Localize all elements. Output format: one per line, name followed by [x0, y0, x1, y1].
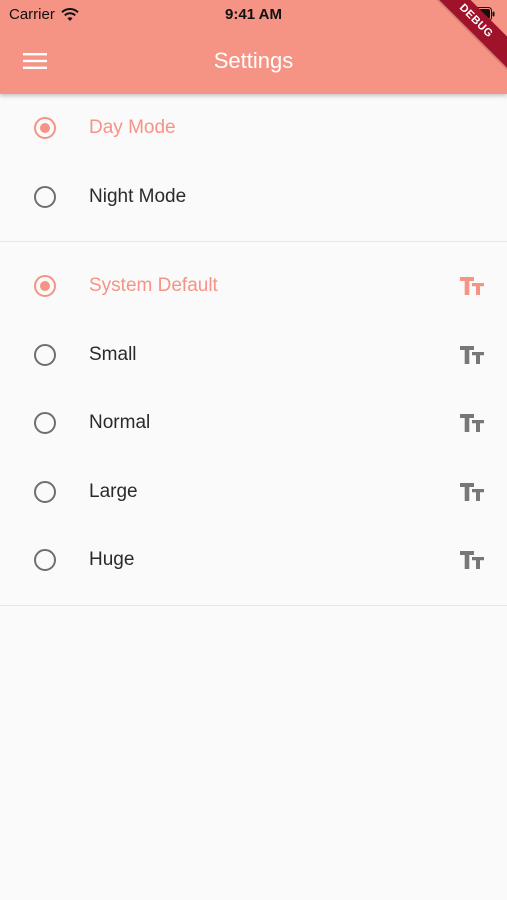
option-large[interactable]: Large: [0, 458, 507, 527]
text-size-icon: [460, 345, 484, 364]
radio-system-default[interactable]: [34, 275, 56, 298]
radio-huge[interactable]: [34, 549, 56, 572]
option-system-default[interactable]: System Default: [0, 252, 507, 321]
option-label: Night Mode: [89, 185, 187, 207]
radio-large[interactable]: [34, 480, 56, 503]
option-label: Normal: [89, 412, 151, 434]
option-label: Small: [89, 343, 137, 365]
theme-section: Day Mode Night Mode: [0, 94, 507, 242]
text-size-icon: [460, 414, 484, 433]
radio-day-mode[interactable]: [34, 117, 56, 140]
radio-small[interactable]: [34, 343, 56, 366]
option-night-mode[interactable]: Night Mode: [0, 163, 507, 232]
option-normal[interactable]: Normal: [0, 389, 507, 458]
settings-list: Day Mode Night Mode System Default Small: [0, 94, 507, 606]
text-size-icon: [460, 277, 484, 296]
option-huge[interactable]: Huge: [0, 526, 507, 595]
option-label: Day Mode: [89, 117, 176, 139]
text-size-icon: [460, 482, 484, 501]
text-size-section: System Default Small Normal Large Huge: [0, 242, 507, 606]
option-label: Large: [89, 480, 138, 502]
radio-normal[interactable]: [34, 412, 56, 435]
option-label: Huge: [89, 549, 135, 571]
debug-ribbon-clip: DEBUG: [397, 0, 507, 110]
option-small[interactable]: Small: [0, 321, 507, 390]
text-size-icon: [460, 551, 484, 570]
option-label: System Default: [89, 275, 218, 297]
debug-banner: DEBUG: [422, 0, 507, 75]
radio-night-mode[interactable]: [34, 185, 56, 208]
